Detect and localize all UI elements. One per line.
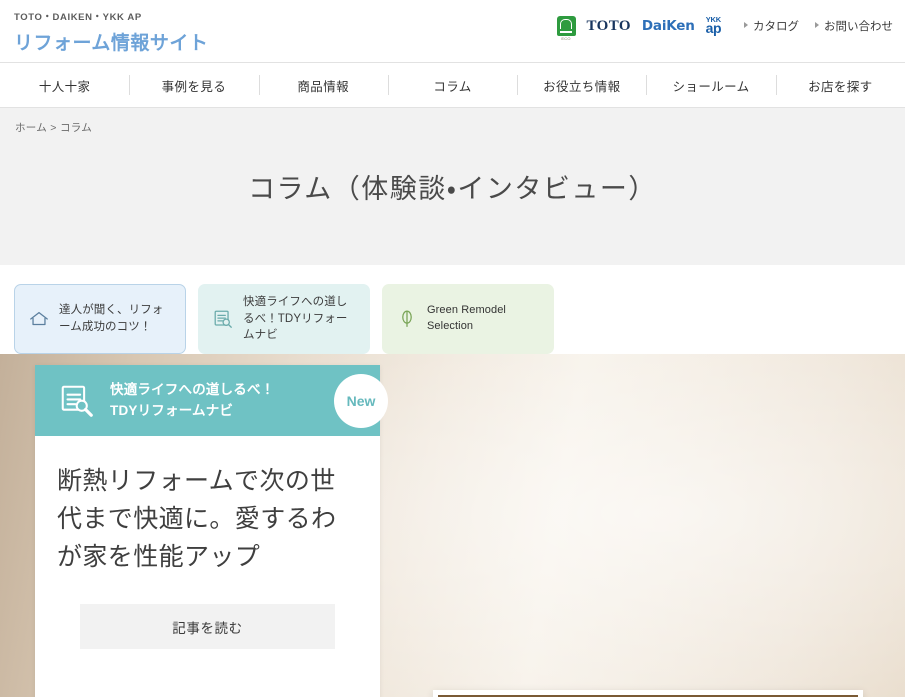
read-article-button[interactable]: 記事を読む: [80, 604, 335, 650]
breadcrumb[interactable]: ホーム > コラム: [0, 120, 905, 135]
category-chip-list: 達人が聞く、リフォーム成功のコツ！ 快適ライフへの道しるべ！TDYリフォームナビ…: [0, 265, 905, 355]
hero-section: 快適ライフへの道しるべ！ TDYリフォームナビ New 断熱リフォームで次の世代…: [0, 354, 905, 697]
nav-item-column[interactable]: コラム: [387, 63, 517, 107]
header-utility-area: ECO TOTO DaiKen YKK ap カタログ お問い合わせ: [556, 16, 893, 41]
nav-item-products[interactable]: 商品情報: [258, 63, 388, 107]
category-chip-tdy-navi[interactable]: 快適ライフへの道しるべ！TDYリフォームナビ: [198, 284, 370, 355]
nav-item-cases[interactable]: 事例を見る: [129, 63, 258, 107]
ykkap-logo-line2: ap: [705, 20, 722, 37]
category-chip-label: 快適ライフへの道しるべ！TDYリフォームナビ: [243, 296, 348, 342]
catalog-link[interactable]: カタログ: [744, 18, 799, 34]
nav-item-find-store[interactable]: お店を探す: [775, 63, 905, 107]
nav-item-showroom[interactable]: ショールーム: [646, 63, 775, 107]
eco-house-logo-icon[interactable]: ECO: [556, 16, 576, 41]
category-chip-label: Green Remodel Selection: [427, 304, 506, 332]
featured-article-card[interactable]: 快適ライフへの道しるべ！ TDYリフォームナビ New 断熱リフォームで次の世代…: [35, 365, 388, 697]
nav-item-useful-info[interactable]: お役立ち情報: [517, 63, 646, 107]
house-icon: [30, 311, 48, 326]
document-search-icon: [214, 310, 232, 328]
category-chip-label: 達人が聞く、リフォーム成功のコツ！: [59, 304, 164, 333]
site-header: TOTO・DAIKEN・YKK AP リフォーム情報サイト ECO TOTO D…: [0, 0, 905, 62]
contact-link[interactable]: お問い合わせ: [815, 18, 893, 34]
daiken-logo[interactable]: DaiKen: [642, 18, 695, 34]
page-root: TOTO・DAIKEN・YKK AP リフォーム情報サイト ECO TOTO D…: [0, 0, 905, 697]
featured-article-banner: 快適ライフへの道しるべ！ TDYリフォームナビ New: [35, 365, 388, 437]
banner-title-line-2: TDYリフォームナビ: [110, 402, 234, 418]
banner-title-line-1: 快適ライフへの道しるべ！: [110, 381, 275, 397]
category-chip-master-tips[interactable]: 達人が聞く、リフォーム成功のコツ！: [14, 284, 186, 355]
header-links: カタログ お問い合わせ: [744, 18, 893, 34]
category-chip-green-remodel[interactable]: Green Remodel Selection: [382, 284, 554, 355]
featured-article-banner-title: 快適ライフへの道しるべ！ TDYリフォームナビ: [110, 380, 274, 422]
toto-logo[interactable]: TOTO: [587, 18, 631, 35]
nav-item-juunin-toie[interactable]: 十人十家: [0, 63, 129, 107]
document-search-icon: [61, 385, 93, 417]
new-badge: New: [334, 374, 388, 429]
main-navigation: 十人十家 事例を見る 商品情報 コラム お役立ち情報 ショールーム お店を探す: [0, 62, 905, 108]
featured-article-headline: 断熱リフォームで次の世代まで快適に。愛するわが家を性能アップ: [57, 467, 337, 572]
ykkap-logo[interactable]: YKK ap: [705, 16, 722, 37]
page-title: コラム（体験談・インタビュー）: [248, 174, 657, 204]
leaf-icon: [402, 310, 412, 327]
featured-photo-collage[interactable]: 新築事例: [433, 690, 863, 697]
page-title-block: ホーム > コラム コラム（体験談・インタビュー）: [0, 108, 905, 265]
